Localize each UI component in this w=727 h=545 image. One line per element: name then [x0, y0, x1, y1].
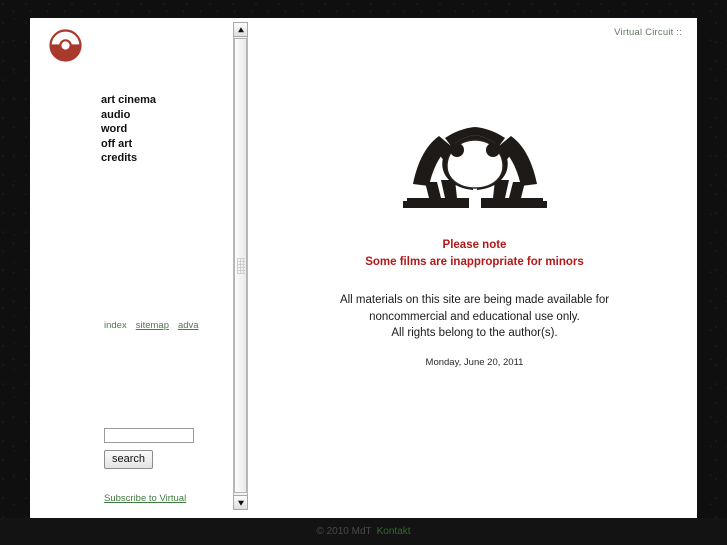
sidebar-frame: art cinema audio word off art credits in… — [30, 18, 222, 518]
link-index[interactable]: index — [104, 320, 127, 331]
chevron-up-icon — [237, 26, 244, 32]
main-content: Please note Some films are inappropriate… — [252, 18, 697, 518]
main-navigation: art cinema audio word off art credits — [101, 93, 156, 166]
notice-line-1: Please note — [442, 239, 507, 251]
search-area: search — [104, 428, 194, 469]
contact-link[interactable]: Kontakt — [377, 526, 411, 537]
link-advanced-search[interactable]: adva — [178, 320, 199, 331]
logo-svg — [49, 29, 82, 62]
legal-statement: All materials on this site are being mad… — [252, 292, 697, 342]
legal-line-2: noncommercial and educational use only. — [369, 310, 580, 323]
sidebar-vertical-scrollbar[interactable] — [233, 22, 248, 510]
search-button[interactable]: search — [104, 450, 154, 469]
sidebar-item-audio[interactable]: audio — [101, 108, 156, 123]
link-sitemap[interactable]: sitemap — [136, 320, 169, 331]
notice-line-2: Some films are inappropriate for minors — [365, 255, 584, 268]
sidebar-item-art-cinema[interactable]: art cinema — [101, 93, 156, 108]
scrollbar-thumb-vertical[interactable] — [234, 38, 247, 493]
copyright-text: © 2010 MdT — [316, 526, 372, 537]
chevron-down-icon — [237, 500, 244, 506]
utility-links: index sitemap adva — [104, 320, 208, 331]
subscribe-link[interactable]: Subscribe to Virtual — [104, 493, 186, 504]
age-notice: Please note Some films are inappropriate… — [252, 237, 697, 270]
search-input[interactable] — [104, 428, 194, 443]
site-page-canvas: Virtual Circuit :: art cinema audio word… — [30, 18, 697, 518]
legal-line-3: All rights belong to the author(s). — [391, 327, 558, 339]
legal-line-1: All materials on this site are being mad… — [339, 294, 610, 306]
virtual-circuit-logo-icon[interactable] — [49, 29, 82, 62]
sidebar-item-credits[interactable]: credits — [101, 151, 156, 166]
current-date: Monday, June 20, 2011 — [425, 356, 524, 368]
sidebar-item-word[interactable]: word — [101, 122, 156, 137]
sidebar-item-off-art[interactable]: off art — [101, 137, 156, 152]
scroll-down-button[interactable] — [233, 495, 248, 510]
page-footer: © 2010 MdT Kontakt — [0, 518, 727, 545]
scrollbar-grip-icon — [236, 257, 245, 274]
scroll-up-button[interactable] — [233, 22, 248, 37]
mirrored-figures-silhouette-icon — [402, 127, 547, 208]
